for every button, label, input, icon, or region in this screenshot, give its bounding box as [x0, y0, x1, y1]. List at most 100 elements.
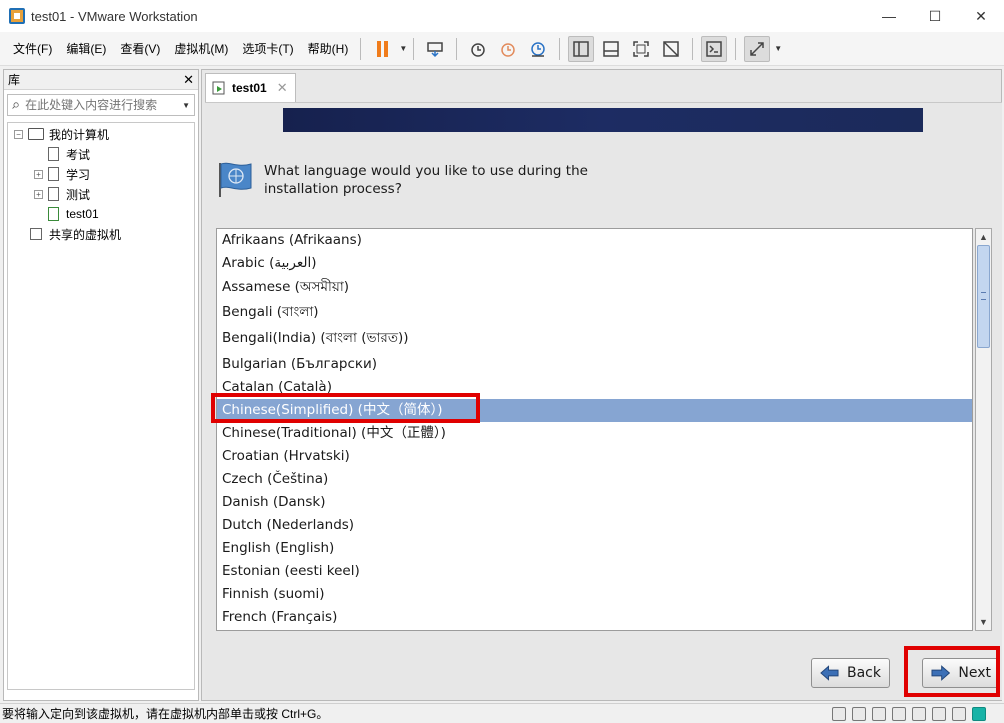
next-arrow-icon [931, 665, 951, 681]
language-item[interactable]: Catalan (Català) [217, 376, 972, 399]
vm-icon [48, 187, 59, 201]
expand-icon[interactable]: + [34, 189, 43, 199]
search-dropdown-icon[interactable]: ▼ [182, 101, 190, 110]
shared-vm-icon [30, 228, 42, 240]
language-item[interactable]: Dutch (Nederlands) [217, 514, 972, 537]
library-layout-icon [573, 40, 589, 57]
menu-tabs[interactable]: 选项卡(T) [236, 38, 299, 60]
language-item[interactable]: Danish (Dansk) [217, 491, 972, 514]
pause-icon [376, 40, 388, 57]
device-status-icons [832, 707, 986, 721]
language-item[interactable]: French (Français) [217, 606, 972, 629]
toolbar-separator [456, 37, 458, 60]
language-item-selected[interactable]: Chinese(Simplified) (中文（简体）) [217, 399, 972, 422]
send-ctrl-alt-del-button[interactable] [422, 36, 448, 62]
language-item[interactable]: Finnish (suomi) [217, 583, 972, 606]
vmware-app-icon [9, 8, 25, 24]
minimize-button[interactable]: — [866, 0, 912, 32]
language-item[interactable]: Chinese(Traditional) (中文（正體）) [217, 422, 972, 445]
toolbar-separator [360, 37, 362, 60]
tree-item-ceshi[interactable]: + 测试 [34, 184, 90, 204]
show-library-button[interactable] [568, 35, 595, 62]
pause-button[interactable] [369, 36, 395, 62]
menu-view[interactable]: 查看(V) [114, 38, 166, 60]
usb-icon[interactable] [892, 707, 906, 721]
full-screen-button[interactable] [628, 36, 654, 62]
unity-button[interactable] [658, 36, 684, 62]
language-item[interactable]: Assamese (অসমীয়া) [217, 276, 972, 299]
status-text: 要将输入定向到该虚拟机，请在虚拟机内部单击或按 Ctrl+G。 [2, 707, 329, 721]
back-arrow-icon [820, 665, 839, 681]
language-item[interactable]: Czech (Čeština) [217, 468, 972, 491]
display-icon[interactable] [952, 707, 966, 721]
stretch-button[interactable] [744, 35, 771, 62]
snapshot-manager-button[interactable] [525, 36, 551, 62]
library-tree: − 我的计算机 考试 + 学习 + 测试 test01 共享的虚拟机 [7, 122, 195, 690]
stretch-icon [750, 41, 764, 56]
scroll-down-icon[interactable]: ▼ [976, 614, 991, 630]
tree-item-my-computer[interactable]: − 我的计算机 [14, 124, 109, 144]
library-header: 库 ✕ [4, 70, 198, 90]
menu-help[interactable]: 帮助(H) [302, 38, 355, 60]
library-search-input[interactable] [25, 98, 181, 112]
library-search: ▼ [7, 94, 195, 116]
tree-item-shared-vms[interactable]: 共享的虚拟机 [30, 224, 121, 244]
expand-icon[interactable]: + [34, 169, 43, 179]
language-list[interactable]: Afrikaans (Afrikaans) Arabic (العربية) A… [216, 228, 973, 631]
thumbnail-layout-icon [603, 40, 619, 57]
tree-item-xuexi[interactable]: + 学习 [34, 164, 90, 184]
language-item[interactable]: Croatian (Hrvatski) [217, 445, 972, 468]
show-thumbnail-bar-button[interactable] [598, 36, 624, 62]
next-button[interactable]: Next [922, 658, 1000, 688]
tab-test01[interactable]: test01 ✕ [205, 73, 296, 102]
pause-dropdown-icon[interactable]: ▼ [399, 44, 407, 53]
hard-disk-icon[interactable] [832, 707, 846, 721]
language-item[interactable]: Bengali (বাংলা) [217, 301, 972, 324]
language-item[interactable]: Bulgarian (Български) [217, 353, 972, 376]
toolbar-separator [735, 37, 737, 60]
scroll-up-icon[interactable]: ▲ [976, 229, 991, 245]
revert-snapshot-icon [501, 42, 515, 57]
revert-snapshot-button[interactable] [495, 36, 521, 62]
window-title: test01 - VMware Workstation [31, 8, 198, 24]
snapshot-button[interactable] [465, 36, 491, 62]
language-item[interactable]: Bengali(India) (বাংলা (ভারত)) [217, 327, 972, 350]
question-line-2: installation process? [264, 181, 402, 197]
close-window-button[interactable]: ✕ [958, 0, 1004, 32]
tree-item-label: 共享的虚拟机 [49, 227, 122, 242]
language-item[interactable]: Arabic (العربية) [217, 252, 972, 275]
scrollbar-thumb[interactable] [977, 245, 990, 348]
collapse-icon[interactable]: − [14, 129, 23, 139]
back-button[interactable]: Back [811, 658, 890, 688]
language-item[interactable]: Estonian (eesti keel) [217, 560, 972, 583]
printer-icon[interactable] [932, 707, 946, 721]
library-close-button[interactable]: ✕ [183, 72, 194, 88]
console-icon [706, 40, 722, 57]
message-log-icon[interactable] [972, 707, 986, 721]
toolbar-separator [413, 37, 415, 60]
sound-card-icon[interactable] [912, 707, 926, 721]
toolbar-separator [692, 37, 694, 60]
menu-edit[interactable]: 编辑(E) [60, 38, 112, 60]
status-bar: 要将输入定向到该虚拟机，请在虚拟机内部单击或按 Ctrl+G。 [0, 703, 1004, 723]
menu-file[interactable]: 文件(F) [7, 38, 58, 60]
menu-bar: 文件(F) 编辑(E) 查看(V) 虚拟机(M) 选项卡(T) 帮助(H) ▼ … [0, 32, 1004, 66]
tree-item-label: test01 [66, 207, 99, 221]
keyboard-icon [427, 41, 443, 57]
menu-vm[interactable]: 虚拟机(M) [168, 38, 234, 60]
maximize-button[interactable]: ☐ [912, 0, 958, 32]
network-adapter-icon[interactable] [872, 707, 886, 721]
console-view-button[interactable] [701, 35, 728, 62]
snapshot-manager-icon [531, 41, 545, 57]
question-line-1: What language would you like to use duri… [264, 163, 588, 179]
tab-close-button[interactable]: ✕ [277, 80, 288, 96]
language-item[interactable]: English (English) [217, 537, 972, 560]
vm-console[interactable]: What language would you like to use duri… [205, 102, 1002, 700]
cd-dvd-icon[interactable] [852, 707, 866, 721]
language-list-scrollbar[interactable]: ▲ ▼ [975, 228, 992, 631]
search-icon [12, 101, 19, 109]
tree-item-test01[interactable]: test01 [48, 204, 99, 224]
stretch-dropdown-icon[interactable]: ▼ [774, 44, 782, 53]
tree-item-kaoshi[interactable]: 考试 [48, 144, 90, 164]
language-item[interactable]: Afrikaans (Afrikaans) [217, 229, 972, 252]
